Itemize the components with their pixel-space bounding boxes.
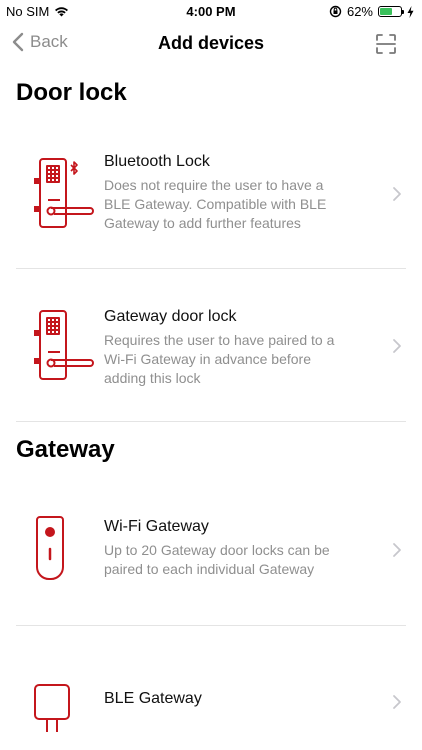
desc-line: adding this lock [104, 370, 201, 386]
desc-line: Gateway to add further features [104, 215, 301, 231]
page-title: Add devices [157, 33, 265, 53]
device-name: Bluetooth Lock [104, 153, 210, 170]
desc-line: Does not require the user to have a [104, 177, 324, 193]
wifi-gateway-icon [36, 516, 64, 580]
section-title-gateway: Gateway [16, 436, 115, 463]
device-item-ble-gateway[interactable]: BLE Gateway [16, 626, 406, 750]
device-item-wifi-gateway[interactable]: Wi-Fi Gateway Up to 20 Gateway door lock… [16, 475, 406, 626]
device-name: Wi-Fi Gateway [104, 518, 209, 535]
device-name: Gateway door lock [104, 308, 237, 325]
chevron-right-icon [393, 339, 401, 353]
device-name: BLE Gateway [104, 690, 202, 707]
scan-qr-icon[interactable] [374, 32, 398, 56]
device-item-gateway-door-lock[interactable]: Gateway door lock Requires the user to h… [16, 269, 406, 422]
desc-line: BLE Gateway. Compatible with BLE [104, 196, 327, 212]
desc-line: Requires the user to have paired to a [104, 332, 335, 348]
desc-line: Wi-Fi Gateway in advance before [104, 351, 311, 367]
device-description: Does not require the user to have a BLE … [104, 176, 372, 233]
battery-fill [380, 8, 392, 15]
nav-bar: Back Add devices [0, 24, 422, 64]
ble-gateway-icon [34, 684, 70, 732]
device-text: BLE Gateway [104, 689, 372, 713]
device-text: Gateway door lock Requires the user to h… [104, 307, 372, 388]
bluetooth-lock-icon [34, 158, 94, 228]
chevron-right-icon [393, 187, 401, 201]
device-description: Requires the user to have paired to a Wi… [104, 331, 372, 388]
orientation-lock-icon [329, 5, 342, 18]
battery-percent: 62% [346, 4, 373, 19]
desc-line: paired to each individual Gateway [104, 561, 315, 577]
desc-line: Up to 20 Gateway door locks can be [104, 542, 330, 558]
device-description: Up to 20 Gateway door locks can be paire… [104, 541, 372, 579]
status-right: 62% [329, 4, 414, 19]
device-text: Bluetooth Lock Does not require the user… [104, 152, 372, 233]
device-text: Wi-Fi Gateway Up to 20 Gateway door lock… [104, 517, 372, 579]
gateway-door-lock-icon [34, 310, 94, 380]
device-item-bluetooth-lock[interactable]: Bluetooth Lock Does not require the user… [16, 118, 406, 269]
chevron-right-icon [393, 695, 401, 709]
charging-icon [407, 5, 414, 18]
section-title-door-lock: Door lock [16, 79, 127, 106]
chevron-right-icon [393, 543, 401, 557]
battery-icon [378, 6, 404, 17]
status-bar: No SIM 4:00 PM 62% [0, 0, 422, 24]
